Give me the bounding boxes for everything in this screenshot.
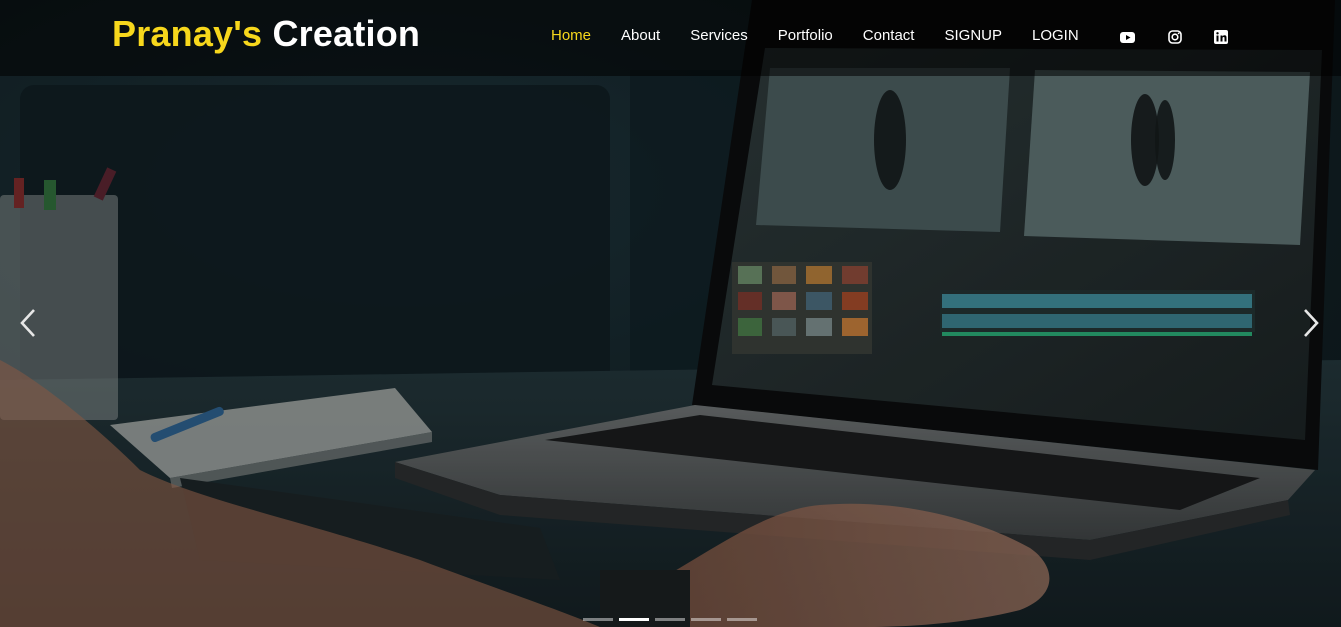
main-nav: Home About Services Portfolio Contact SI… — [536, 27, 1094, 44]
instagram-icon[interactable] — [1167, 29, 1183, 45]
carousel-indicator-2[interactable] — [619, 618, 649, 621]
chevron-right-icon — [1304, 309, 1319, 337]
carousel-indicator-4[interactable] — [691, 618, 721, 621]
nav-item-about[interactable]: About — [621, 27, 660, 44]
nav-item-contact[interactable]: Contact — [863, 27, 915, 44]
brand-name-part1: Pranay's — [112, 13, 263, 54]
carousel-indicator-1[interactable] — [583, 618, 613, 621]
nav-item-portfolio[interactable]: Portfolio — [778, 27, 833, 44]
brand-logo[interactable]: Pranay's Creation — [112, 13, 420, 55]
nav-item-login[interactable]: LOGIN — [1032, 27, 1079, 44]
nav-item-signup[interactable]: SIGNUP — [944, 27, 1002, 44]
image-dim-overlay — [0, 0, 1341, 627]
top-navbar: Pranay's Creation Home About Services Po… — [0, 0, 1341, 76]
nav-item-services[interactable]: Services — [690, 27, 748, 44]
carousel-indicators — [583, 618, 763, 621]
carousel-prev-button[interactable] — [12, 306, 46, 340]
carousel-next-button[interactable] — [1293, 306, 1327, 340]
linkedin-icon[interactable] — [1213, 29, 1229, 45]
carousel-indicator-3[interactable] — [655, 618, 685, 621]
brand-name-part2: Creation — [262, 13, 421, 54]
hero-carousel: Pranay's Creation Home About Services Po… — [0, 0, 1341, 627]
chevron-left-icon — [20, 309, 35, 337]
nav-item-home[interactable]: Home — [551, 27, 591, 44]
youtube-icon[interactable] — [1119, 29, 1135, 45]
carousel-indicator-5[interactable] — [727, 618, 757, 621]
